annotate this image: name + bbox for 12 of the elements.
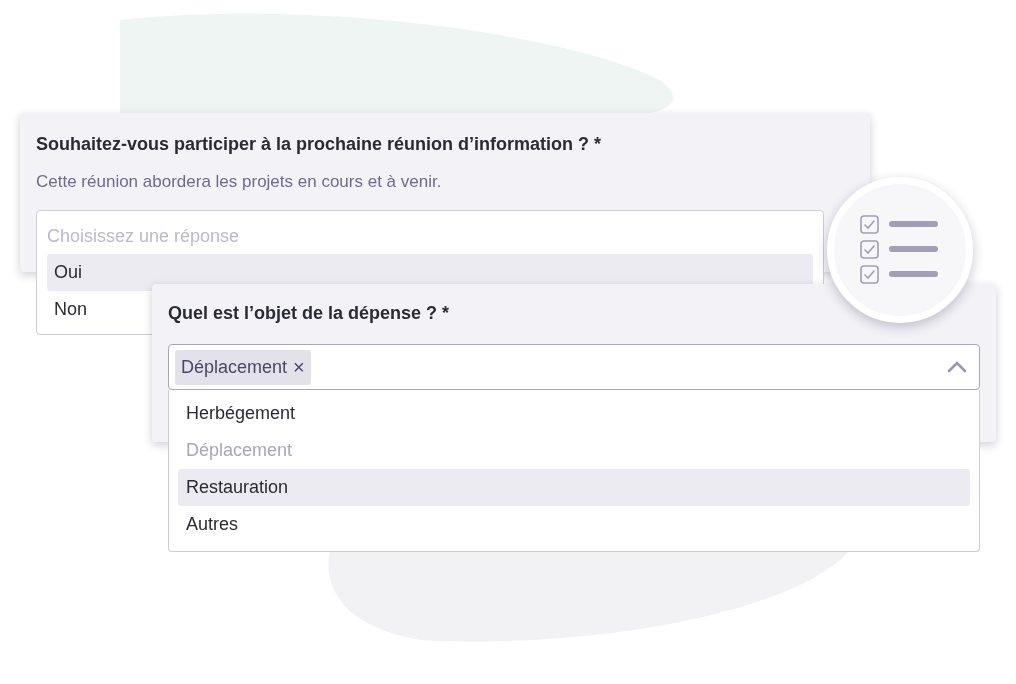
dropdown-option[interactable]: Herbégement: [178, 395, 970, 432]
remove-tag-button[interactable]: ×: [293, 357, 305, 377]
dropdown-option[interactable]: Restauration: [178, 469, 970, 506]
dropdown-option: Déplacement: [178, 432, 970, 469]
chevron-up-icon[interactable]: [947, 361, 967, 373]
question-description: Cette réunion abordera les projets en cours et à venir.: [36, 171, 443, 193]
checklist-icon: [860, 214, 940, 286]
select-field[interactable]: Déplacement ×: [168, 344, 980, 390]
dropdown-option[interactable]: Autres: [178, 506, 970, 543]
tag-label: Déplacement: [181, 355, 288, 379]
question-title: Souhaitez-vous participer à la prochaine réunion d’information ? *: [36, 133, 603, 155]
question-title: Quel est l’objet de la dépense ? *: [168, 302, 451, 324]
